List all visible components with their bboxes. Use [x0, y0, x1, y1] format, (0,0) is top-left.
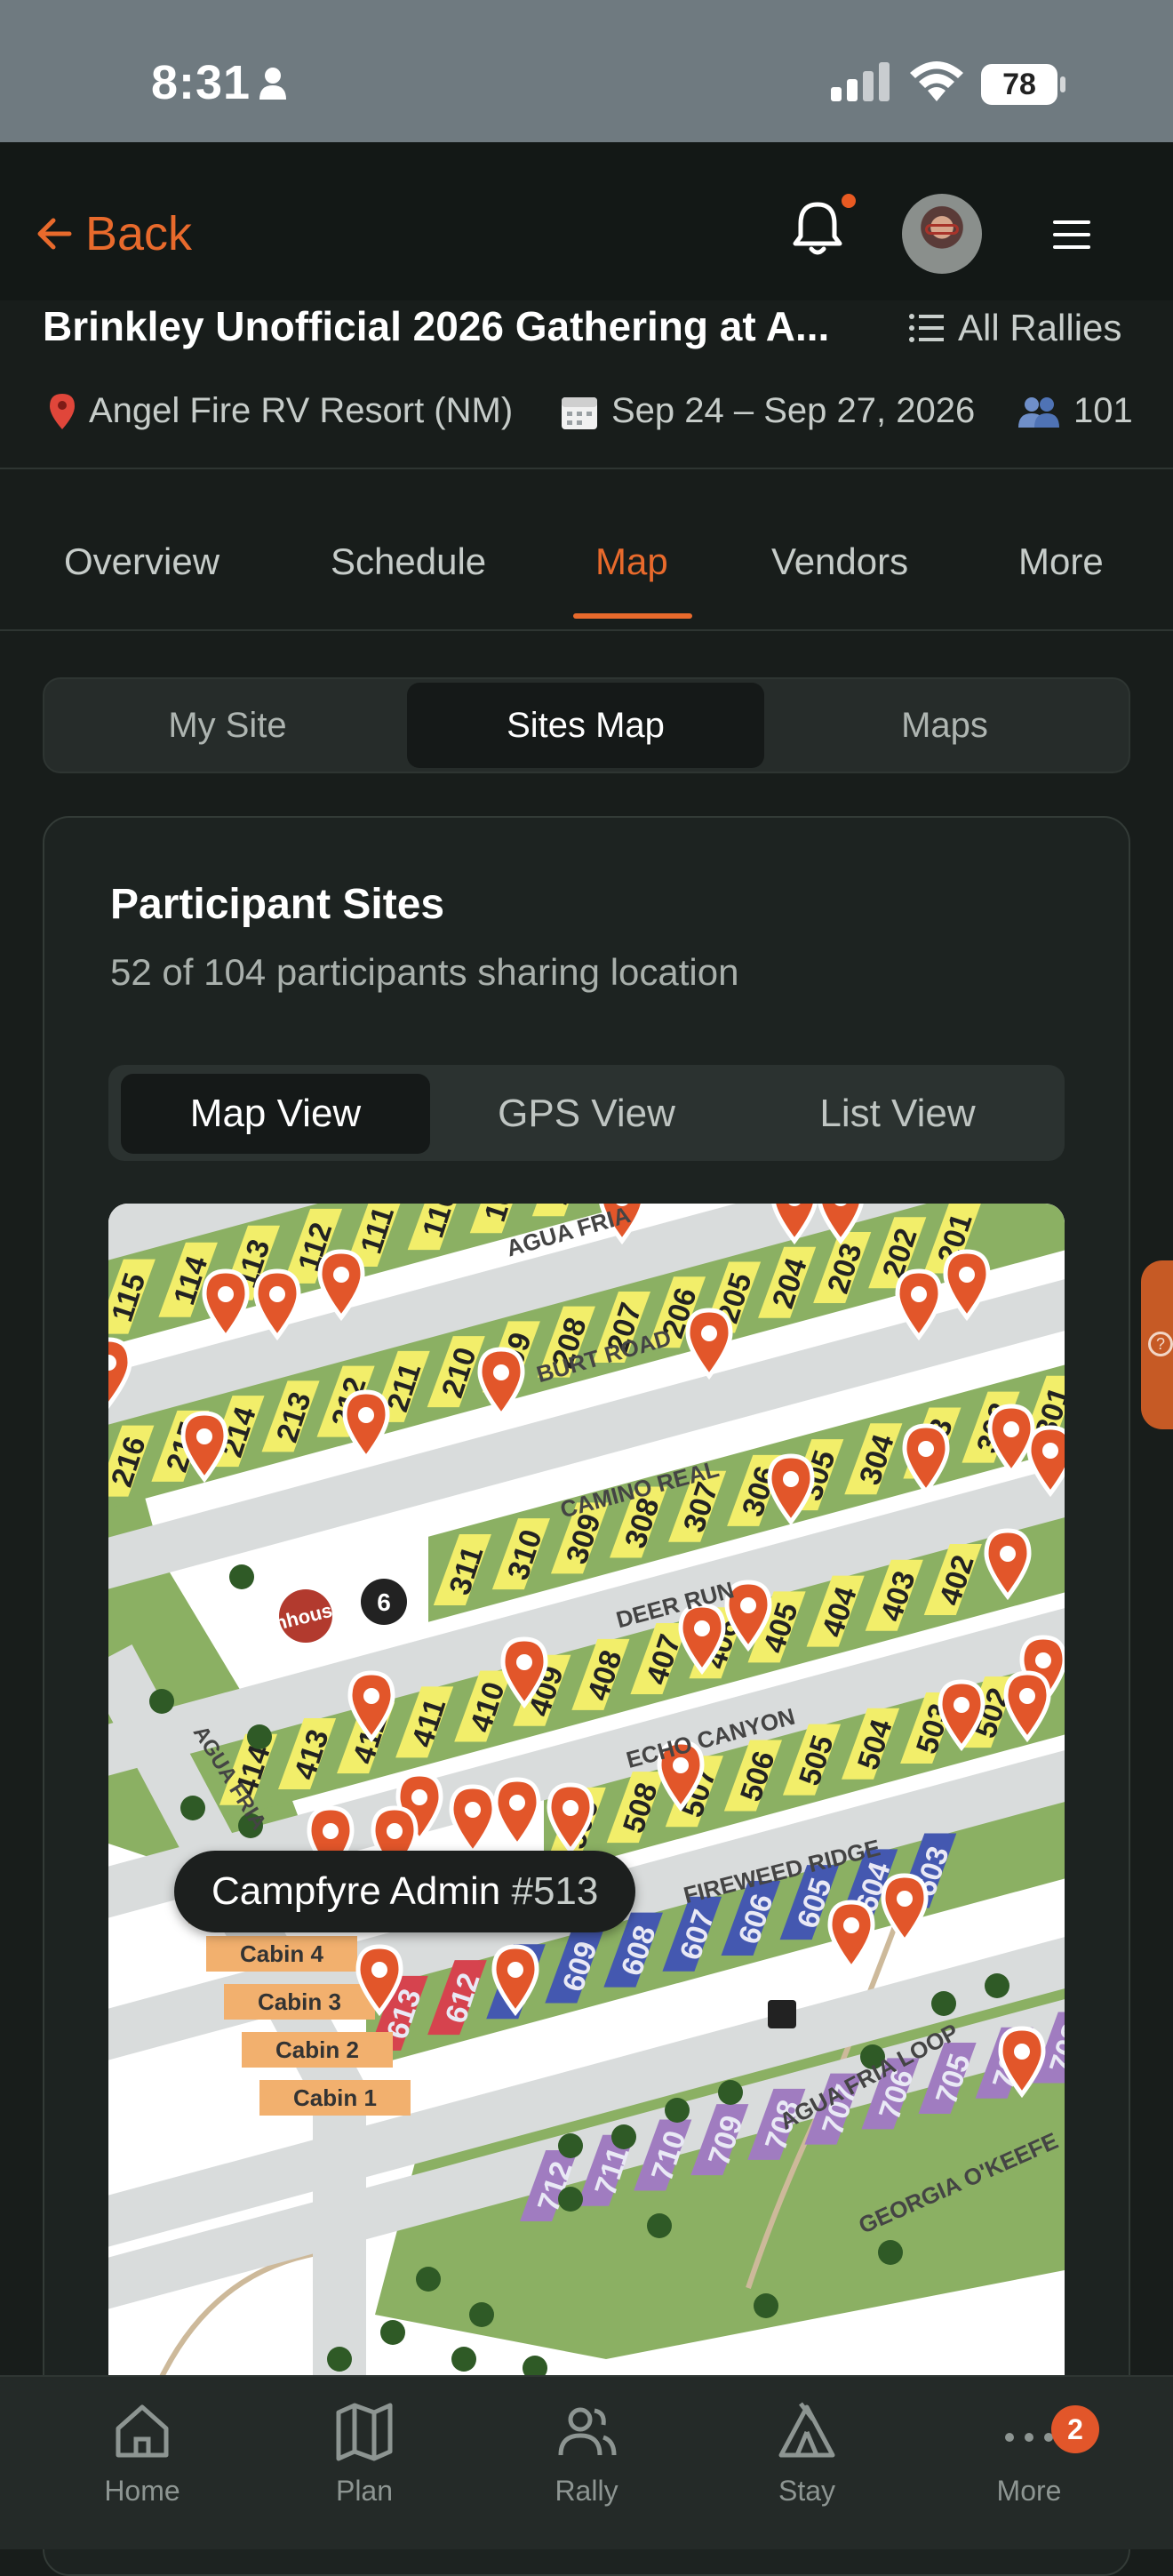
all-rallies-label: All Rallies [958, 307, 1122, 348]
dates-label: Sep 24 – Sep 27, 2026 [611, 391, 976, 430]
tab-schedule[interactable]: Schedule [331, 540, 486, 583]
nav-stay[interactable]: Stay [736, 2400, 878, 2508]
calendar-icon [562, 396, 597, 429]
tab-map[interactable]: Map [595, 540, 668, 583]
tree [247, 1724, 272, 1749]
tree [229, 1564, 254, 1589]
bathhouse-count: 6 [377, 1588, 391, 1616]
tab-more[interactable]: More [1018, 540, 1104, 583]
tree [416, 2267, 441, 2292]
attendees-count: 101 [1073, 391, 1133, 430]
notification-dot [838, 190, 859, 212]
svg-text:Cabin 2: Cabin 2 [275, 2036, 359, 2063]
nav-plan-label: Plan [335, 2475, 394, 2507]
tree [149, 1689, 174, 1714]
battery-nub [1060, 76, 1065, 92]
tree [469, 2302, 494, 2327]
users-icon [1018, 396, 1059, 428]
nav-rally-label: Rally [555, 2475, 618, 2507]
person-icon [259, 68, 286, 100]
tree [985, 1973, 1009, 1998]
wifi-icon [910, 61, 963, 101]
tent-icon [778, 2402, 835, 2458]
rally-dates: Sep 24 – Sep 27, 2026 [560, 391, 975, 431]
participant-sites-title: Participant Sites [110, 881, 445, 928]
rally-title: Brinkley Unofficial 2026 Gathering at A.… [43, 303, 830, 349]
arrow-left-icon [37, 218, 72, 250]
help-icon: ? [1148, 1332, 1173, 1356]
svg-text:Cabin 4: Cabin 4 [240, 1940, 323, 1967]
status-bar: 8:31 78 [0, 0, 1173, 142]
tree [327, 2347, 352, 2372]
tree [718, 2080, 743, 2105]
view-list[interactable]: List View [743, 1074, 1052, 1154]
trail-marker-icon [768, 2000, 796, 2028]
rally-attendees: 101 [1017, 391, 1133, 431]
battery-indicator: 78 [981, 64, 1057, 105]
tree [451, 2347, 476, 2372]
segment-maps[interactable]: Maps [766, 683, 1123, 768]
tree [931, 1991, 956, 2016]
tab-overview[interactable]: Overview [64, 540, 219, 583]
tooltip-name: Campfyre Admin [211, 1869, 501, 1913]
location-label: Angel Fire RV Resort (NM) [89, 391, 514, 430]
tree [878, 2240, 903, 2265]
nav-plan[interactable]: Plan [293, 2400, 435, 2508]
nav-home[interactable]: Home [71, 2400, 213, 2508]
nav-rally[interactable]: Rally [515, 2400, 658, 2508]
cabin-4[interactable]: Cabin 4 [206, 1936, 357, 1972]
back-button[interactable]: Back [36, 206, 192, 261]
nav-more-label: More [996, 2475, 1062, 2507]
segment-my-site[interactable]: My Site [50, 683, 405, 768]
avatar[interactable] [902, 194, 982, 274]
all-rallies-button[interactable]: All Rallies [908, 307, 1121, 349]
nav-home-label: Home [104, 2475, 180, 2507]
rally-location: Angel Fire RV Resort (NM) [48, 391, 513, 431]
sites-map[interactable]: 1151141131121111101091081071061051041031… [108, 1204, 1065, 2377]
view-map[interactable]: Map View [121, 1074, 430, 1154]
home-icon [116, 2404, 169, 2458]
pin-icon [50, 393, 75, 429]
tree [647, 2213, 672, 2238]
participant-sites-subtitle: 52 of 104 participants sharing location [110, 951, 739, 993]
tree [558, 2187, 583, 2212]
avatar-glasses [925, 224, 959, 235]
svg-text:Cabin 1: Cabin 1 [293, 2084, 377, 2111]
tree [558, 2133, 583, 2158]
cabin-2[interactable]: Cabin 2 [242, 2032, 393, 2068]
tree [611, 2124, 636, 2149]
list-icon [909, 314, 944, 342]
view-gps[interactable]: GPS View [432, 1074, 741, 1154]
segment-sites-map[interactable]: Sites Map [407, 683, 764, 768]
back-label: Back [85, 207, 193, 260]
cabin-3[interactable]: Cabin 3 [224, 1984, 375, 2020]
help-side-tab[interactable]: ? [1141, 1260, 1173, 1429]
status-time: 8:31 [151, 56, 251, 109]
participant-tooltip[interactable]: Campfyre Admin #513 [174, 1851, 636, 1932]
users-icon [558, 2407, 617, 2456]
signal-icon [831, 62, 890, 101]
tree [665, 2098, 690, 2123]
tab-vendors[interactable]: Vendors [771, 540, 908, 583]
more-badge: 2 [1051, 2405, 1099, 2453]
svg-text:Cabin 3: Cabin 3 [258, 1988, 341, 2015]
tree [380, 2320, 405, 2345]
menu-icon[interactable] [1053, 220, 1090, 258]
nav-stay-label: Stay [778, 2475, 836, 2507]
cabin-1[interactable]: Cabin 1 [259, 2080, 411, 2116]
tree [180, 1796, 205, 1820]
tooltip-site: #513 [511, 1869, 599, 1913]
tab-active-indicator [573, 613, 692, 619]
map-icon [336, 2403, 393, 2461]
tree [754, 2293, 778, 2318]
